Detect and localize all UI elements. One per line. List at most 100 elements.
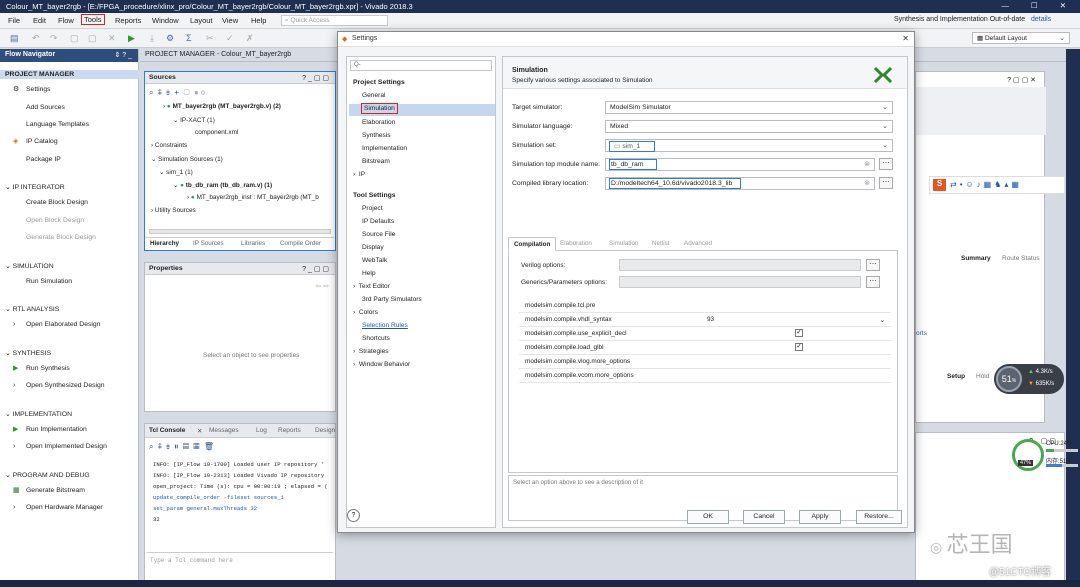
menu-file[interactable]: File [8,16,20,25]
restore-button[interactable]: Restore... [856,510,902,524]
use-explicit-decl-checkbox[interactable]: ✓ [795,329,803,337]
list-icon[interactable]: ▤ [183,442,189,451]
target-simulator-select[interactable]: ModelSim Simulator ⌄ [605,101,893,114]
horizontal-scrollbar[interactable] [149,229,331,234]
open-icon[interactable]: ▤ [10,33,19,44]
menu-view[interactable]: View [222,16,238,25]
undo-icon[interactable]: ↶ [32,33,40,44]
tree-item-webtalk[interactable]: WebTalk [362,257,387,264]
file-icon[interactable]: ▢ [184,88,190,97]
nav-ip-integrator[interactable]: ⌄ IP INTEGRATOR [5,183,65,191]
nav-ip-catalog[interactable]: IP Catalog [26,138,58,145]
tree-item-synthesis[interactable]: Synthesis [362,132,391,139]
search-icon[interactable]: ⌕ [149,88,153,97]
window-controls[interactable]: — ☐ ✕ [1001,1,1076,10]
library-location-input[interactable]: D:/modeltech64_10.6d/vivado2018.3_lib ⊗ [605,177,875,190]
nav-create-block-design[interactable]: Create Block Design [26,199,88,206]
list-item[interactable]: ⌄ IP-XACT (1) [173,116,215,124]
list-item[interactable]: component.xml [195,129,238,136]
nav-open-block-design[interactable]: Open Block Design [26,217,84,224]
summary-tab[interactable]: Summary [961,255,991,262]
setup-tab[interactable]: Setup [947,373,965,380]
panel-controls[interactable]: ⇕ ? _ [114,51,132,59]
tree-item-general[interactable]: General [362,92,385,99]
tree-item-bitstream[interactable]: Bitstream [362,158,390,165]
tab-tcl-console[interactable]: Tcl Console [149,427,185,434]
list-item[interactable]: › ● MT_bayer2rgb (MT_bayer2rgb.v) (2) [163,103,281,110]
simulation-set-select[interactable]: ▭ sim_1 ⌄ [605,139,893,152]
tree-item-colors[interactable]: › Colors [353,309,378,316]
tree-item-simulation[interactable]: Simulation [349,103,495,116]
tree-item-ip[interactable]: › IP [353,171,365,178]
apply-button[interactable]: Apply [799,510,841,524]
sigma-icon[interactable]: Σ [186,33,192,43]
close-icon[interactable]: ✕ [902,34,909,43]
nav-run-implementation[interactable]: Run Implementation [26,426,87,433]
menu-flow[interactable]: Flow [58,16,74,25]
tab-compilation[interactable]: Compilation [508,237,557,251]
tree-item-window-behavior[interactable]: › Window Behavior [353,361,410,368]
ime-logo-icon[interactable]: S [933,179,946,191]
tab-netlist[interactable]: Netlist [652,240,670,247]
network-monitor-widget[interactable]: 51% ▲ 4.3K/s ▼ 635K/s [994,364,1064,394]
tcl-command-input[interactable]: Type a Tcl command here [147,555,333,567]
nav-package-ip[interactable]: Package IP [26,156,61,163]
details-link[interactable]: details [1031,16,1051,23]
table-row[interactable]: modelsim.compile.vhdl_syntax 93 ⌄ [519,313,891,327]
list-item[interactable]: ⌄ sim_1 (1) [159,168,193,176]
panel-controls[interactable]: ? _ ▢ ▢ [302,74,329,82]
generics-options-button[interactable]: ⋯ [866,276,880,288]
table-row[interactable]: modelsim.compile.use_explicit_decl ✓ [519,327,891,341]
top-module-input[interactable]: tb_db_ram ⊗ [605,158,875,171]
menu-window[interactable]: Window [152,16,179,25]
nav-program-debug[interactable]: ⌄ PROGRAM AND DEBUG [5,471,90,479]
delete-icon[interactable]: 🗑 [204,442,214,451]
table-row[interactable]: modelsim.compile.vcom.more_options [519,369,891,383]
nav-simulation[interactable]: ⌄ SIMULATION [5,262,54,270]
nav-language-templates[interactable]: Language Templates [26,121,89,128]
tab-reports[interactable]: Reports [278,427,301,434]
tab-hierarchy[interactable]: Hierarchy [150,240,179,247]
tree-item-project[interactable]: Project [362,205,383,212]
menu-edit[interactable]: Edit [33,16,46,25]
nav-open-implemented-design[interactable]: Open Implemented Design [26,443,107,450]
tree-item-elaboration[interactable]: Elaboration [362,119,395,126]
load-glbl-checkbox[interactable]: ✓ [795,343,803,351]
list-item[interactable]: ⌄ ● tb_db_ram (tb_db_ram.v) (1) [173,181,272,189]
close-icon[interactable]: ✕ [197,427,202,435]
tree-item-text-editor[interactable]: › Text Editor [353,283,390,290]
browse-top-module-button[interactable]: ⋯ [879,158,893,170]
cut-icon[interactable]: ✂ [206,33,214,44]
tab-log[interactable]: Log [256,427,267,434]
nav-arrows-icon[interactable]: ⇦ ⇨ [315,282,329,290]
list-item[interactable]: › Constraints [151,142,187,149]
verilog-options-input[interactable] [619,259,861,271]
tree-item-help[interactable]: Help [362,270,376,277]
tab-simulation[interactable]: Simulation [609,240,638,247]
cancel-button[interactable]: Cancel [743,510,785,524]
verilog-options-button[interactable]: ⋯ [866,259,880,271]
nav-implementation[interactable]: ⌄ IMPLEMENTATION [5,410,72,418]
layout-select[interactable]: ▦ Default Layout ⌄ [972,32,1070,44]
nav-add-sources[interactable]: Add Sources [26,104,65,111]
nav-project-manager[interactable]: PROJECT MANAGER [0,70,139,79]
quick-access-input[interactable]: ⌕ Quick Access [281,15,388,26]
paste-icon[interactable]: ▢ [88,33,97,44]
reports-link[interactable]: orts [916,330,927,337]
panel-controls[interactable]: ? ▢ ▢ ✕ [1007,76,1036,84]
nav-synthesis[interactable]: ⌄ SYNTHESIS [5,349,51,357]
tab-design[interactable]: Design [315,427,335,434]
nav-open-hardware-manager[interactable]: Open Hardware Manager [26,504,103,511]
collapse-icon[interactable]: ⇞ [158,88,162,97]
nav-settings[interactable]: Settings [26,86,51,93]
tree-item-source-file[interactable]: Source File [362,231,395,238]
tab-elaboration[interactable]: Elaboration [560,240,592,247]
nav-open-elaborated-design[interactable]: Open Elaborated Design [26,321,100,328]
delete-icon[interactable]: ✕ [108,33,116,44]
simulator-language-select[interactable]: Mixed ⌄ [605,120,893,133]
settings-search-input[interactable]: Q- [350,60,492,71]
menu-help[interactable]: Help [251,16,266,25]
download-icon[interactable]: ⤓ [150,33,154,44]
nav-run-simulation[interactable]: Run Simulation [26,278,72,285]
expand-icon[interactable]: ⇟ [166,442,170,451]
